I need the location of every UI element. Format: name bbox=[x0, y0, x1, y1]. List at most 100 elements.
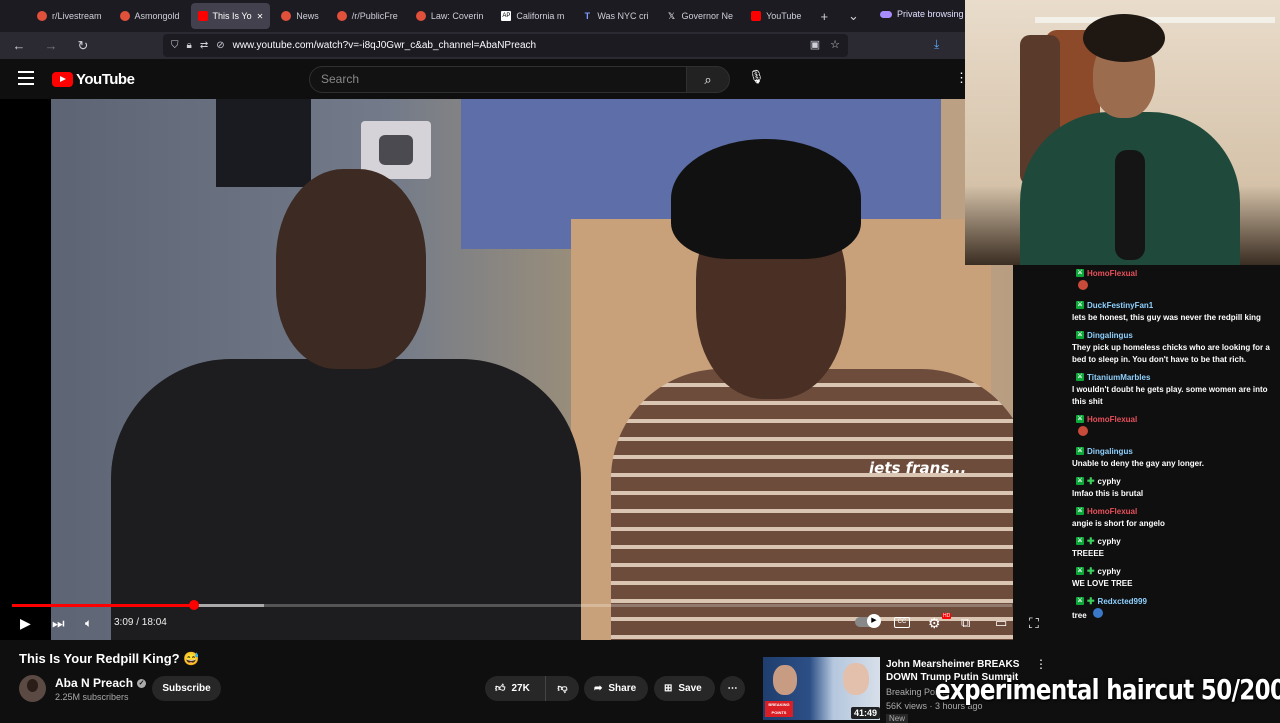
browser-tab[interactable]: T Was NYC cri bbox=[575, 3, 655, 29]
reddit-icon bbox=[415, 11, 426, 21]
like-button[interactable]: 👍︎ 27K bbox=[485, 676, 545, 701]
browser-tab-label: Governor Ne bbox=[681, 11, 734, 21]
chat-text: TREEEE bbox=[1072, 549, 1105, 558]
chat-username[interactable]: HomoFlexual bbox=[1087, 415, 1137, 424]
reload-icon[interactable]: ↻ bbox=[70, 38, 96, 54]
autoplay-toggle[interactable] bbox=[855, 614, 881, 628]
save-button[interactable]: ⊞ Save bbox=[654, 676, 715, 701]
browser-tab[interactable]: Asmongold bbox=[113, 3, 187, 29]
miniplayer-icon[interactable]: ⧉ bbox=[961, 615, 970, 631]
video-frame[interactable]: iets frans... bbox=[51, 99, 1013, 640]
moderator-badge-icon: ⚔ bbox=[1076, 477, 1084, 485]
settings-gear-icon[interactable]: ⚙ bbox=[928, 615, 941, 632]
browser-tab-label: California m bbox=[516, 11, 565, 21]
subscribe-button[interactable]: Subscribe bbox=[152, 676, 221, 701]
browser-tab[interactable]: News bbox=[274, 3, 326, 29]
chat-username[interactable]: Dingalingus bbox=[1087, 331, 1133, 340]
permissions-icon[interactable]: ⇄ bbox=[200, 40, 208, 51]
browser-tab-label: /r/PublicFre bbox=[351, 11, 398, 21]
chat-text-row bbox=[1068, 426, 1280, 440]
chat-text: WE LOVE TREE bbox=[1072, 579, 1133, 588]
theater-mode-icon[interactable]: ▭ bbox=[995, 615, 1007, 631]
chat-user-row: ⚔ Dingalingus bbox=[1068, 328, 1280, 342]
download-icon[interactable]: ⤓ bbox=[934, 37, 939, 52]
chat-user-row: ⚔ HomoFlexual bbox=[1068, 412, 1280, 426]
member-badge-icon: ✚ bbox=[1087, 595, 1095, 606]
chat-text-row: lets be honest, this guy was never the r… bbox=[1068, 312, 1280, 324]
lock-icon[interactable]: 🔒︎ bbox=[187, 40, 192, 51]
chat-username[interactable]: cyphy bbox=[1098, 477, 1121, 486]
browser-tab[interactable]: r/Livestream bbox=[30, 3, 109, 29]
chat-text-row: tree bbox=[1068, 608, 1280, 622]
channel-avatar[interactable] bbox=[19, 675, 46, 702]
browser-tab[interactable]: /r/PublicFre bbox=[330, 3, 405, 29]
search-input[interactable]: Search bbox=[309, 66, 687, 93]
video-title: This Is Your Redpill King? 😅 bbox=[19, 651, 200, 666]
next-icon[interactable]: ⏭︎ bbox=[52, 615, 65, 632]
chat-username[interactable]: Dingalingus bbox=[1087, 447, 1133, 456]
search-button[interactable]: ⌕ bbox=[686, 66, 730, 93]
chat-username[interactable]: TitaniumMarbles bbox=[1087, 373, 1150, 382]
recommended-more-icon[interactable]: ⋮ bbox=[1035, 657, 1047, 671]
browser-tab[interactable]: Law: Coverin bbox=[409, 3, 491, 29]
tab-list-icon[interactable]: ⌄ bbox=[840, 8, 867, 24]
chat-text-row: WE LOVE TREE bbox=[1068, 578, 1280, 590]
new-tab-icon[interactable]: + bbox=[812, 9, 836, 24]
chat-username[interactable]: Redxcted999 bbox=[1098, 597, 1147, 606]
chat-text-row: TREEEE bbox=[1068, 548, 1280, 560]
more-actions-button[interactable]: ⋯ bbox=[720, 676, 745, 701]
hamburger-menu-icon[interactable] bbox=[18, 71, 34, 89]
chat-username[interactable]: HomoFlexual bbox=[1087, 507, 1137, 516]
close-tab-icon[interactable]: ✕ bbox=[257, 12, 264, 21]
streamer-webcam bbox=[965, 0, 1280, 265]
moderator-badge-icon: ⚔ bbox=[1076, 331, 1084, 339]
private-browsing-indicator: Private browsing bbox=[880, 9, 964, 19]
browser-tab[interactable]: YouTube bbox=[744, 3, 808, 29]
back-arrow-icon[interactable]: ← bbox=[6, 38, 32, 53]
chat-message: ⚔ ✚ cyphy lmfao this is brutal bbox=[1068, 474, 1280, 500]
microphone bbox=[1115, 150, 1145, 260]
chat-username[interactable]: cyphy bbox=[1098, 567, 1121, 576]
chat-user-row: ⚔ DuckFestinyFan1 bbox=[1068, 298, 1280, 312]
autoplay-blocked-icon[interactable]: ⊘ bbox=[216, 40, 224, 51]
time-display: 3:09 / 18:04 bbox=[114, 617, 167, 628]
address-bar[interactable]: ⛉ 🔒︎ ⇄ ⊘ www.youtube.com/watch?v=-i8qJ0G… bbox=[163, 34, 848, 57]
chat-emote-icon bbox=[1078, 280, 1088, 290]
share-button[interactable]: ➦ Share bbox=[584, 676, 648, 701]
forward-arrow-icon[interactable]: → bbox=[38, 38, 64, 53]
browser-tab[interactable]: AP California m bbox=[494, 3, 571, 29]
browser-tab-label: r/Livestream bbox=[52, 11, 102, 21]
mic-icon[interactable]: 🎙︎ bbox=[748, 69, 765, 85]
youtube-logo[interactable]: YouTube bbox=[52, 71, 135, 88]
reddit-icon bbox=[119, 11, 130, 21]
captions-icon[interactable]: CC bbox=[894, 617, 910, 628]
channel-name-row[interactable]: Aba N Preach ✓ bbox=[55, 676, 147, 690]
fullscreen-icon[interactable]: ⛶ bbox=[1029, 615, 1039, 632]
channel-name[interactable]: Aba N Preach bbox=[55, 676, 133, 690]
chat-message: ⚔ ✚ cyphy WE LOVE TREE bbox=[1068, 564, 1280, 590]
chat-message: ⚔ Dingalingus They pick up homeless chicks… bbox=[1068, 328, 1280, 366]
progress-scrubber[interactable] bbox=[189, 600, 199, 610]
moderator-badge-icon: ⚔ bbox=[1076, 507, 1084, 515]
chat-username[interactable]: cyphy bbox=[1098, 537, 1121, 546]
member-badge-icon: ✚ bbox=[1087, 475, 1095, 486]
chat-text: Unable to deny the gay any longer. bbox=[1072, 459, 1205, 468]
bookmark-icon: ⊞ bbox=[664, 683, 673, 694]
browser-tab-label: Law: Coverin bbox=[430, 11, 484, 21]
chat-text: lmfao this is brutal bbox=[1072, 489, 1144, 498]
browser-tab-label: News bbox=[296, 11, 319, 21]
x-icon: 𝕏 bbox=[667, 11, 676, 21]
chat-username[interactable]: DuckFestinyFan1 bbox=[1087, 301, 1153, 310]
dislike-button[interactable]: 👎︎ bbox=[545, 676, 579, 701]
browser-tab[interactable]: 𝕏 Governor Ne bbox=[660, 3, 741, 29]
play-icon[interactable]: ▶ bbox=[20, 615, 31, 632]
shield-icon[interactable]: ⛉ bbox=[171, 40, 179, 51]
volume-icon[interactable]: 🔈︎ bbox=[85, 616, 92, 631]
reddit-icon bbox=[336, 11, 347, 21]
youtube-logo-icon bbox=[52, 72, 73, 87]
reader-view-icon[interactable]: ▣ bbox=[810, 38, 820, 51]
chat-username[interactable]: HomoFlexual bbox=[1087, 269, 1137, 278]
bookmark-star-icon[interactable]: ☆ bbox=[830, 38, 840, 51]
url-text[interactable]: www.youtube.com/watch?v=-i8qJ0Gwr_c&ab_c… bbox=[233, 40, 537, 51]
browser-tab[interactable]: This Is Yo ✕ bbox=[190, 3, 271, 29]
